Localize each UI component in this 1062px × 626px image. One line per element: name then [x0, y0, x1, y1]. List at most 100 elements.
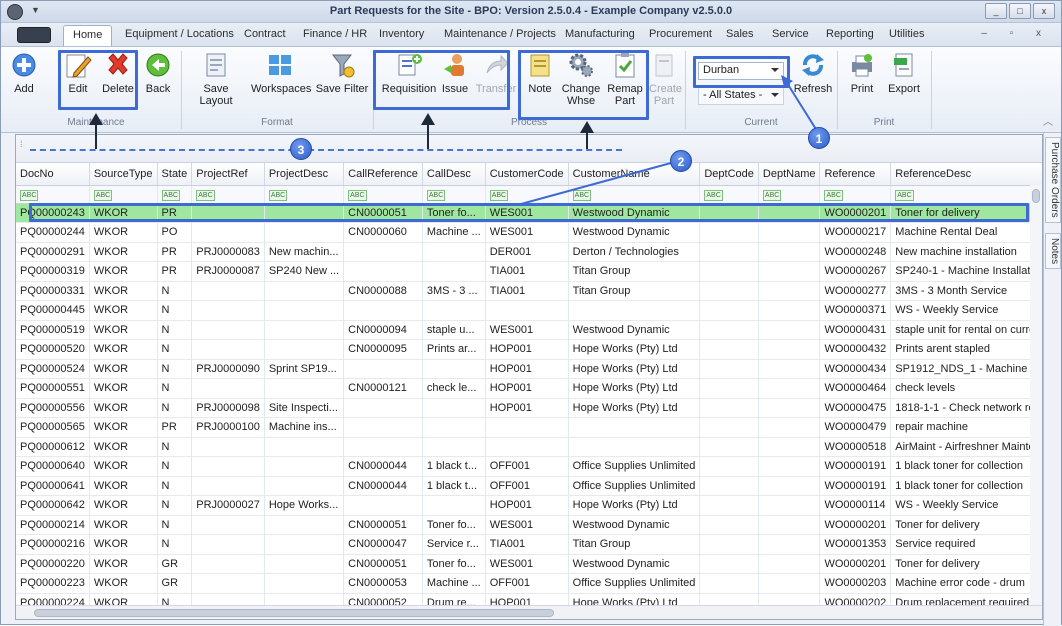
- column-header[interactable]: SourceType: [89, 163, 158, 186]
- tab-purchase-orders[interactable]: Purchase Orders: [1045, 137, 1061, 223]
- tab-equipment-locations[interactable]: Equipment / Locations: [125, 28, 234, 40]
- collapse-ribbon-icon[interactable]: ︿: [1043, 113, 1053, 128]
- tab-finance-hr[interactable]: Finance / HR: [303, 28, 367, 40]
- group-by-panel[interactable]: ⁞: [16, 135, 1042, 163]
- table-cell: [699, 495, 759, 516]
- requisition-button[interactable]: Requisition: [378, 51, 440, 95]
- change-whse-button[interactable]: Change Whse: [561, 51, 601, 107]
- horizontal-scrollbar[interactable]: [16, 605, 1042, 619]
- tab-utilities[interactable]: Utilities: [889, 28, 924, 40]
- table-cell: Prints arent stapled: [890, 339, 1042, 360]
- table-row[interactable]: PQ00000223 WKOR GR CN0000053 Machine ... OFF0…: [16, 573, 1042, 594]
- ribbon-window-controls[interactable]: – ▫ x: [981, 28, 1051, 39]
- column-header[interactable]: CallDesc: [422, 163, 486, 186]
- filter-cell[interactable]: ABC: [157, 185, 193, 204]
- table-cell: OFF001: [485, 476, 569, 496]
- table-cell: Westwood Dynamic: [568, 320, 701, 340]
- filter-cell[interactable]: ABC: [485, 185, 569, 204]
- table-cell: [758, 476, 821, 496]
- column-header[interactable]: ProjectRef: [191, 163, 265, 186]
- tab-manufacturing[interactable]: Manufacturing: [565, 28, 635, 40]
- save-layout-button[interactable]: Save Layout: [187, 51, 245, 107]
- app-menu-button[interactable]: [17, 27, 51, 43]
- table-row[interactable]: PQ00000319 WKOR PR PRJ0000087 SP240 New ... T…: [16, 261, 1042, 282]
- column-header[interactable]: DocNo: [16, 163, 90, 186]
- site-select[interactable]: Durban: [698, 62, 784, 80]
- column-header[interactable]: State: [157, 163, 193, 186]
- minimize-button[interactable]: _: [985, 3, 1007, 19]
- table-row[interactable]: PQ00000641 WKOR N CN0000044 1 black t... OFF0…: [16, 476, 1042, 496]
- transfer-button[interactable]: Transfer: [475, 51, 517, 95]
- table-row[interactable]: PQ00000214 WKOR N CN0000051 Toner fo... WES00…: [16, 515, 1042, 535]
- column-header[interactable]: DeptCode: [699, 163, 759, 186]
- table-row[interactable]: PQ00000220 WKOR GR CN0000051 Toner fo... WES0…: [16, 554, 1042, 574]
- back-button[interactable]: Back: [143, 51, 173, 95]
- filter-cell[interactable]: ABC: [264, 185, 345, 204]
- table-cell: [699, 222, 759, 243]
- table-row[interactable]: PQ00000642 WKOR N PRJ0000027 Hope Works... HO…: [16, 495, 1042, 516]
- table-cell: [758, 554, 821, 574]
- table-row[interactable]: PQ00000520 WKOR N CN0000095 Prints ar... HOP0…: [16, 339, 1042, 360]
- column-header[interactable]: ReferenceDesc: [890, 163, 1042, 186]
- filter-cell[interactable]: ABC: [422, 185, 486, 204]
- tab-notes[interactable]: Notes: [1045, 233, 1061, 270]
- print-button[interactable]: Print: [845, 51, 879, 95]
- refresh-button[interactable]: Refresh: [791, 51, 835, 95]
- export-button[interactable]: Export: [885, 51, 923, 95]
- close-button[interactable]: x: [1033, 3, 1055, 19]
- tab-sales[interactable]: Sales: [726, 28, 754, 40]
- table-row[interactable]: PQ00000291 WKOR PR PRJ0000083 New machin... D…: [16, 242, 1042, 262]
- filter-cell[interactable]: ABC: [16, 185, 90, 204]
- column-header[interactable]: CallReference: [343, 163, 423, 186]
- table-row[interactable]: PQ00000331 WKOR N CN0000088 3MS - 3 ... TIA00…: [16, 281, 1042, 301]
- note-button[interactable]: Note: [524, 51, 556, 95]
- table-row[interactable]: PQ00000519 WKOR N CN0000094 staple u... WES00…: [16, 320, 1042, 340]
- maximize-button[interactable]: □: [1009, 3, 1031, 19]
- tab-reporting[interactable]: Reporting: [826, 28, 874, 40]
- column-header[interactable]: ProjectDesc: [264, 163, 345, 186]
- save-filter-button[interactable]: Save Filter: [315, 51, 369, 95]
- table-cell: PQ00000640: [16, 456, 90, 477]
- vertical-scrollbar[interactable]: [1030, 185, 1042, 605]
- tab-maintenance-projects[interactable]: Maintenance / Projects: [444, 28, 556, 40]
- delete-button[interactable]: Delete: [101, 51, 135, 95]
- table-row[interactable]: PQ00000216 WKOR N CN0000047 Service r... TIA0…: [16, 534, 1042, 555]
- column-header[interactable]: CustomerCode: [485, 163, 569, 186]
- table-cell: [264, 534, 345, 555]
- table-row[interactable]: PQ00000244 WKOR PO CN0000060 Machine ... WES0…: [16, 222, 1042, 243]
- tab-inventory[interactable]: Inventory: [379, 28, 424, 40]
- filter-cell[interactable]: ABC: [89, 185, 158, 204]
- tab-home[interactable]: Home: [63, 25, 113, 46]
- tab-service[interactable]: Service: [772, 28, 809, 40]
- scroll-thumb[interactable]: [34, 609, 554, 617]
- column-header[interactable]: Reference: [819, 163, 892, 186]
- filter-cell[interactable]: ABC: [819, 185, 892, 204]
- edit-button[interactable]: Edit: [63, 51, 93, 95]
- filter-cell[interactable]: ABC: [568, 185, 701, 204]
- table-row[interactable]: PQ00000243 WKOR PR CN0000051 Toner fo... WES0…: [16, 203, 1042, 223]
- table-row[interactable]: PQ00000445 WKOR N WO0000371 WS - Weekly Serv…: [16, 300, 1042, 321]
- create-part-button[interactable]: Create Part: [649, 51, 682, 107]
- filter-cell[interactable]: ABC: [343, 185, 423, 204]
- table-row[interactable]: PQ00000612 WKOR N WO0000518 AirMaint - Airfr…: [16, 437, 1042, 457]
- column-header[interactable]: DeptName: [758, 163, 821, 186]
- filter-cell[interactable]: ABC: [699, 185, 759, 204]
- state-select[interactable]: - All States -: [698, 87, 784, 105]
- scroll-thumb[interactable]: [1032, 189, 1040, 203]
- tab-contract[interactable]: Contract: [244, 28, 286, 40]
- filter-cell[interactable]: ABC: [758, 185, 821, 204]
- table-cell: WO0000217: [819, 222, 892, 243]
- remap-part-button[interactable]: Remap Part: [605, 51, 645, 107]
- table-row[interactable]: PQ00000551 WKOR N CN0000121 check le... HOP00…: [16, 378, 1042, 399]
- issue-button[interactable]: Issue: [437, 51, 473, 95]
- workspaces-button[interactable]: Workspaces: [251, 51, 311, 95]
- filter-cell[interactable]: ABC: [890, 185, 1042, 204]
- table-row[interactable]: PQ00000556 WKOR N PRJ0000098 Site Inspecti..…: [16, 398, 1042, 418]
- table-row[interactable]: PQ00000640 WKOR N CN0000044 1 black t... OFF0…: [16, 456, 1042, 477]
- add-button[interactable]: Add: [7, 51, 41, 95]
- table-row[interactable]: PQ00000565 WKOR PR PRJ0000100 Machine ins...…: [16, 417, 1042, 438]
- table-row[interactable]: PQ00000524 WKOR N PRJ0000090 Sprint SP19... H…: [16, 359, 1042, 379]
- table-cell: PRJ0000083: [191, 242, 265, 262]
- filter-cell[interactable]: ABC: [191, 185, 265, 204]
- tab-procurement[interactable]: Procurement: [649, 28, 712, 40]
